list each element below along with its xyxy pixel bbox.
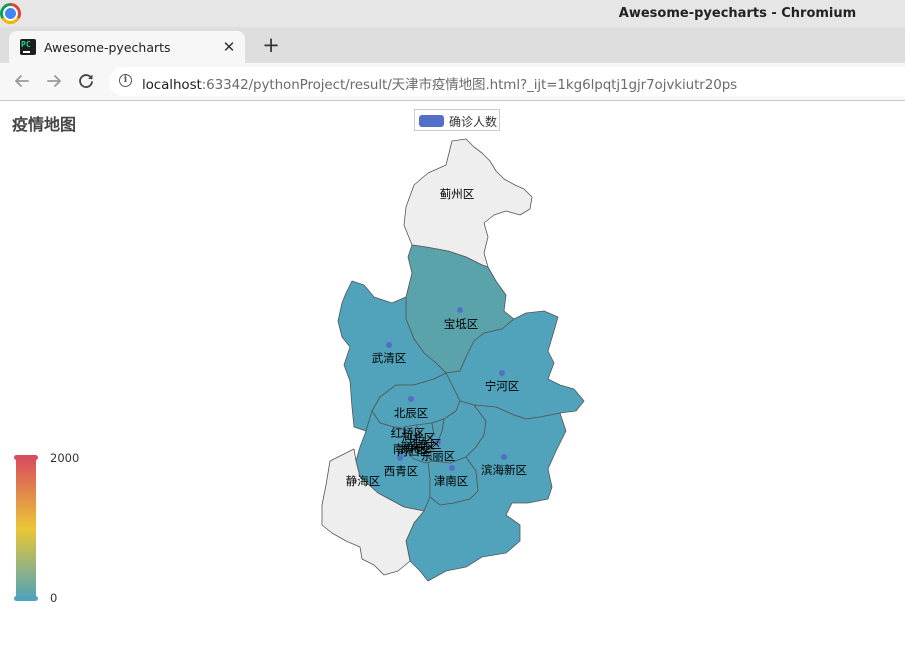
browser-toolbar: i localhost:63342/pythonProject/result/天… — [0, 63, 905, 101]
data-point-jinnan[interactable] — [449, 465, 455, 471]
tianjin-map: 蓟州区 宝坻区 武清区 宁河区 北辰区 红桥区 河北区 河东区 南开区 和平区 … — [321, 138, 585, 582]
new-tab-button[interactable]: + — [259, 31, 283, 59]
reload-button[interactable] — [72, 67, 100, 95]
data-point-baodi[interactable] — [457, 307, 463, 313]
window-titlebar: Awesome-pyecharts - Chromium — [0, 0, 905, 27]
region-label: 西青区 — [384, 464, 419, 478]
address-bar[interactable]: i localhost:63342/pythonProject/result/天… — [109, 67, 905, 96]
url-text[interactable]: localhost:63342/pythonProject/result/天津市… — [142, 73, 737, 93]
forward-button[interactable] — [40, 67, 68, 95]
data-point-beichen[interactable] — [408, 396, 414, 402]
data-point-wuqing[interactable] — [386, 342, 392, 348]
arrow-right-icon — [47, 75, 61, 87]
tab-title: Awesome-pyecharts — [44, 40, 171, 55]
browser-tab[interactable]: PC Awesome-pyecharts ✕ — [9, 31, 245, 63]
data-point-binhai[interactable] — [501, 454, 507, 460]
region-label: 武清区 — [372, 351, 407, 365]
region-label: 静海区 — [346, 474, 381, 488]
data-point-ninghe[interactable] — [499, 370, 505, 376]
region-label: 宁河区 — [485, 379, 520, 393]
region-label: 东丽区 — [421, 449, 456, 463]
back-button[interactable] — [8, 67, 36, 95]
region-label: 蓟州区 — [440, 187, 475, 201]
pycharm-icon: PC — [20, 39, 36, 55]
tab-strip: PC Awesome-pyecharts ✕ + — [0, 27, 905, 63]
region-label: 北辰区 — [394, 406, 429, 420]
region-label: 滨海新区 — [481, 463, 527, 477]
arrow-left-icon — [15, 75, 29, 87]
page-content: 疫情地图 确诊人数 2000 0 蓟州区 宝坻区 武清区 宁河区 北辰区 红桥区… — [0, 101, 905, 667]
region-label: 宝坻区 — [444, 317, 479, 331]
window-title: Awesome-pyecharts - Chromium — [618, 6, 857, 21]
close-tab-icon[interactable]: ✕ — [219, 37, 239, 57]
region-label: 津南区 — [434, 474, 469, 488]
info-icon[interactable]: i — [119, 74, 132, 87]
reload-icon — [79, 74, 93, 88]
